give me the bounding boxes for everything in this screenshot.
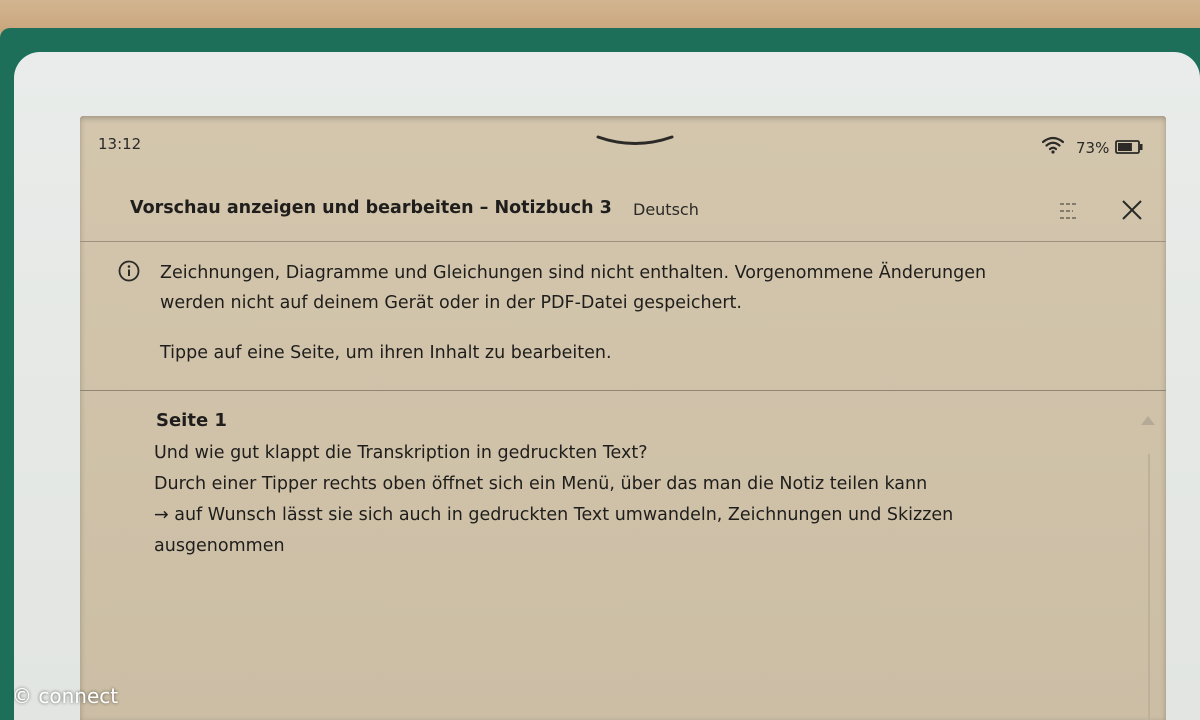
notice-line: Zeichnungen, Diagramme und Gleichungen s… xyxy=(160,263,987,283)
page-line: → auf Wunsch lässt sie sich auch in gedr… xyxy=(154,505,954,525)
menu-icon[interactable] xyxy=(1058,200,1082,222)
page-label: Seite 1 xyxy=(156,410,227,431)
page-preview[interactable]: Seite 1 Und wie gut klappt die Transkrip… xyxy=(80,392,1166,720)
page-content[interactable]: Und wie gut klappt die Transkription in … xyxy=(154,438,1074,562)
header-bar: Vorschau anzeigen und bearbeiten – Notiz… xyxy=(80,192,1166,242)
page-line: Und wie gut klappt die Transkription in … xyxy=(154,443,648,463)
battery-percent: 73% xyxy=(1076,139,1110,157)
status-time: 13:12 xyxy=(98,135,142,153)
ereader-screen: 13:12 73% Vorschau anzeigen und bearbeit… xyxy=(80,116,1166,720)
header-divider xyxy=(80,241,1166,242)
watermark: © connect xyxy=(12,684,119,708)
edit-tip: Tippe auf eine Seite, um ihren Inhalt zu… xyxy=(160,343,612,363)
notice-text: Zeichnungen, Diagramme und Gleichungen s… xyxy=(160,258,1120,318)
notice-divider xyxy=(80,390,1166,391)
pulldown-chevron-icon[interactable] xyxy=(596,134,674,148)
close-icon[interactable] xyxy=(1120,198,1144,222)
wifi-icon xyxy=(1042,136,1064,154)
info-notice: Zeichnungen, Diagramme und Gleichungen s… xyxy=(80,246,1166,388)
page-title: Vorschau anzeigen und bearbeiten – Notiz… xyxy=(130,198,612,218)
scroll-up-icon[interactable] xyxy=(1140,414,1156,426)
info-icon xyxy=(118,260,140,282)
battery-icon xyxy=(1115,140,1143,154)
battery-fill xyxy=(1118,143,1132,151)
page-line: Durch einer Tipper rechts oben öffnet si… xyxy=(154,474,928,494)
page-line: ausgenommen xyxy=(154,536,285,556)
language-label[interactable]: Deutsch xyxy=(633,200,699,219)
notice-line: werden nicht auf deinem Gerät oder in de… xyxy=(160,293,742,313)
scrollbar-track[interactable] xyxy=(1148,454,1150,720)
